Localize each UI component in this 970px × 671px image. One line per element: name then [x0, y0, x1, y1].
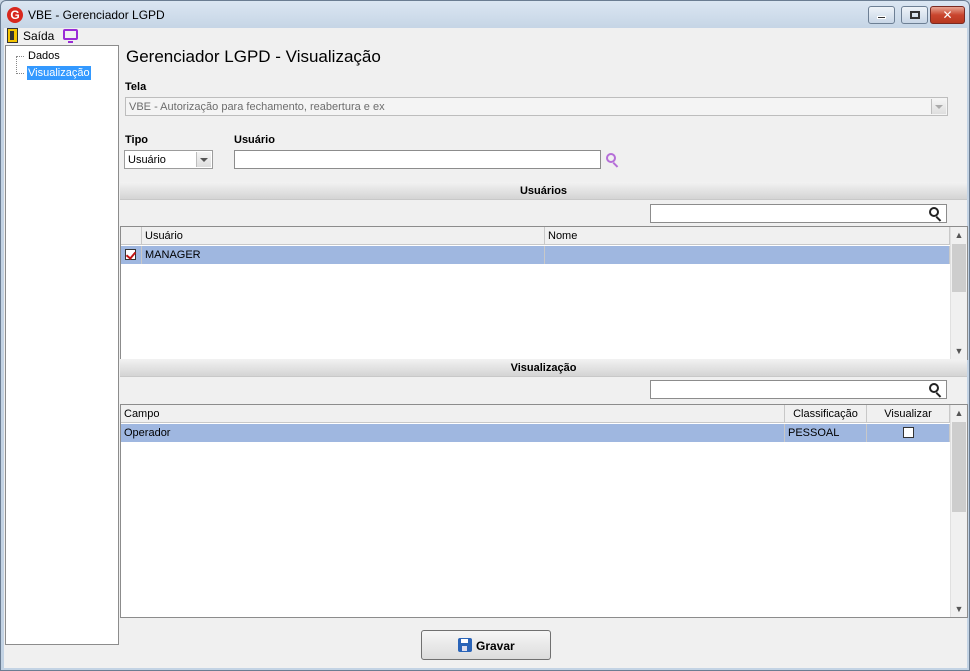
scroll-down-icon[interactable]: ▼: [951, 343, 967, 359]
users-filter-input[interactable]: [650, 204, 947, 223]
page-title: Gerenciador LGPD - Visualização: [126, 47, 381, 66]
users-section-header: Usuários: [120, 182, 967, 200]
tipo-label: Tipo: [125, 134, 149, 146]
scroll-up-icon[interactable]: ▲: [951, 405, 967, 421]
row-select-cell: [121, 246, 142, 264]
select-column-header: [121, 227, 142, 245]
save-button-label: Gravar: [476, 639, 515, 653]
app-logo-icon: G: [7, 7, 23, 23]
users-table-header: Usuário Nome: [121, 227, 950, 245]
chevron-down-icon[interactable]: [931, 99, 946, 114]
tela-select-value: VBE - Autorização para fechamento, reabe…: [129, 101, 385, 113]
minimize-button[interactable]: [868, 6, 895, 24]
tree-connector: [16, 56, 17, 74]
close-button[interactable]: ✕: [930, 6, 965, 24]
view-section-header: Visualização: [120, 359, 967, 377]
save-button[interactable]: Gravar: [421, 630, 551, 660]
column-header-campo[interactable]: Campo: [121, 405, 785, 423]
cell-visualizar: [867, 424, 950, 442]
view-filter-input[interactable]: [650, 380, 947, 399]
column-header-usuario[interactable]: Usuário: [142, 227, 545, 245]
cell-usuario: MANAGER: [142, 246, 545, 264]
visualizar-checkbox[interactable]: [903, 427, 914, 438]
cell-nome: [545, 246, 950, 264]
tela-label: Tela: [125, 81, 147, 93]
exit-door-icon[interactable]: [7, 28, 18, 43]
tree-item-visualizacao[interactable]: Visualização: [27, 66, 91, 80]
scroll-down-icon[interactable]: ▼: [951, 601, 967, 617]
search-icon[interactable]: [928, 206, 944, 222]
search-icon[interactable]: [928, 382, 944, 398]
column-header-visualizar[interactable]: Visualizar: [867, 405, 950, 423]
scroll-up-icon[interactable]: ▲: [951, 227, 967, 243]
maximize-icon: [902, 7, 927, 23]
column-header-nome[interactable]: Nome: [545, 227, 950, 245]
view-table-header: Campo Classificação Visualizar: [121, 405, 950, 423]
scrollbar-thumb[interactable]: [952, 422, 966, 512]
row-checkbox[interactable]: [125, 249, 136, 260]
view-table: Campo Classificação Visualizar Operador …: [120, 404, 968, 618]
navigation-tree: Dados Visualização: [5, 45, 119, 645]
monitor-icon[interactable]: [63, 29, 78, 43]
client-area: Saída Dados Visualização Gerenciador LGP…: [4, 28, 968, 668]
view-table-scrollbar[interactable]: ▲ ▼: [950, 405, 967, 617]
toolbar: Saída: [4, 28, 967, 45]
close-icon: ✕: [942, 8, 953, 22]
scrollbar-thumb[interactable]: [952, 244, 966, 292]
search-icon[interactable]: [605, 152, 621, 168]
tree-connector: [16, 56, 24, 57]
tela-select[interactable]: VBE - Autorização para fechamento, reabe…: [125, 97, 948, 116]
exit-menu-item[interactable]: Saída: [23, 29, 54, 43]
title-bar[interactable]: G VBE - Gerenciador LGPD ✕: [1, 1, 969, 28]
chevron-down-icon[interactable]: [196, 152, 211, 167]
column-header-classificacao[interactable]: Classificação: [785, 405, 867, 423]
minimize-icon: [869, 7, 894, 23]
table-row[interactable]: MANAGER: [121, 246, 950, 264]
maximize-button[interactable]: [901, 6, 928, 24]
tipo-select-value: Usuário: [128, 154, 166, 166]
cell-classificacao: PESSOAL: [785, 424, 867, 442]
usuario-input[interactable]: [234, 150, 601, 169]
cell-campo: Operador: [121, 424, 785, 442]
tree-item-dados[interactable]: Dados: [27, 49, 61, 63]
tipo-select[interactable]: Usuário: [124, 150, 213, 169]
floppy-disk-icon: [458, 638, 472, 652]
users-table-scrollbar[interactable]: ▲ ▼: [950, 227, 967, 359]
tree-connector: [16, 73, 24, 74]
table-row[interactable]: Operador PESSOAL: [121, 424, 950, 442]
window-title: VBE - Gerenciador LGPD: [28, 8, 165, 22]
app-window: G VBE - Gerenciador LGPD ✕ Saída Dados V…: [0, 0, 970, 671]
users-table: Usuário Nome MANAGER ▲ ▼: [120, 226, 968, 360]
usuario-label: Usuário: [234, 134, 275, 146]
